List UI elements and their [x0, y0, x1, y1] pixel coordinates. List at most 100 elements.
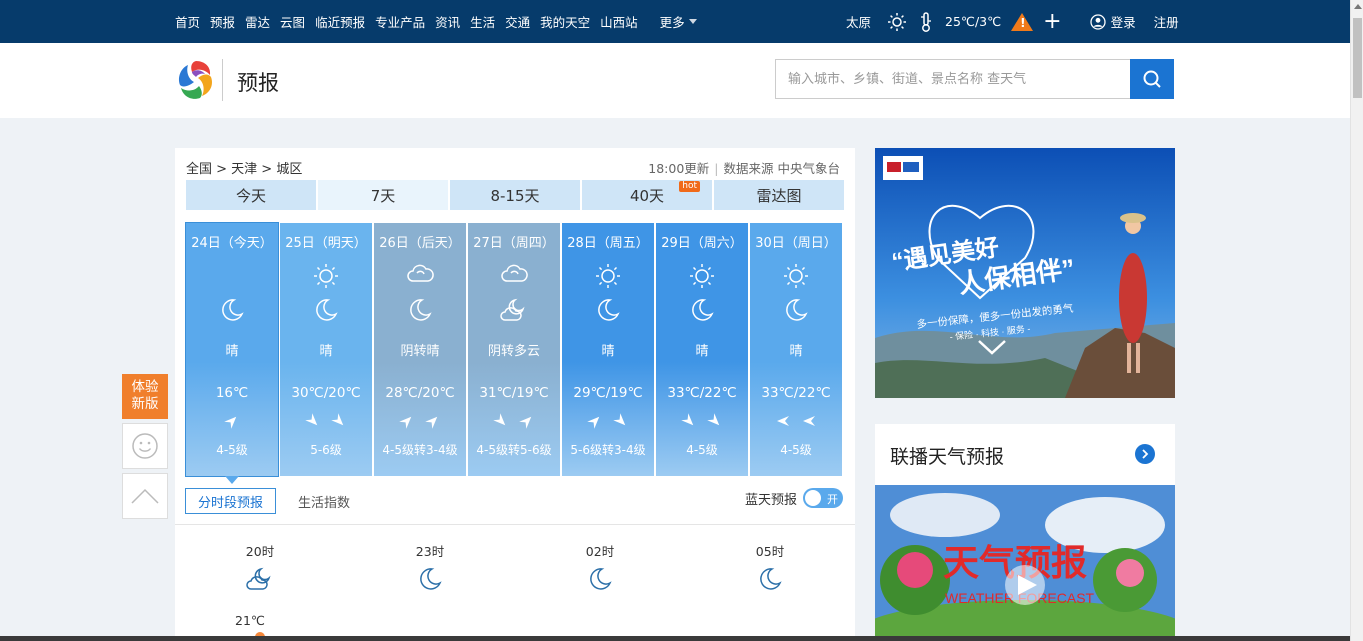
tab-7days-label: 7天 [370, 186, 396, 205]
hourly-forecast: 20时 23时 02时 05时 [175, 541, 855, 601]
day-weather-desc: 阴转晴 [400, 344, 440, 359]
try-new-version-label: 体验新版 [131, 379, 159, 412]
day-weather-desc: 晴 [601, 344, 615, 359]
subtab-life-index[interactable]: 生活指数 [286, 488, 362, 514]
wind-arrow-icon [775, 413, 791, 433]
cloud-icon [468, 262, 560, 286]
vertical-scrollbar[interactable] [1350, 0, 1363, 641]
sun-icon [562, 262, 654, 290]
nav-more-label: 更多 [659, 15, 685, 30]
day-card[interactable]: 28日（周五） 晴 29℃/19℃ 5-6级转3-4级 [562, 223, 654, 476]
nav-more-dropdown[interactable]: 更多 [660, 12, 697, 31]
sun-icon [750, 262, 842, 290]
hour-item: 20时 [230, 541, 290, 592]
broadcast-more-button[interactable] [1135, 444, 1155, 464]
sun-icon [887, 12, 907, 32]
nav-item-life[interactable]: 生活 [470, 12, 495, 31]
wind-level: 4-5级 [686, 443, 718, 457]
toggle-label: 开 [827, 493, 838, 506]
nav-item-radar[interactable]: 雷达 [245, 12, 270, 31]
site-logo[interactable] [175, 57, 217, 103]
login-label: 登录 [1110, 15, 1136, 30]
day-card[interactable]: 29日（周六） 晴 33℃/22℃ 4-5级 [656, 223, 748, 476]
nav-item-news[interactable]: 资讯 [435, 12, 460, 31]
selected-pointer [225, 476, 239, 484]
cloud-moon-icon [230, 566, 290, 592]
broadcast-title: 联播天气预报 [890, 446, 1005, 468]
feedback-button[interactable] [122, 423, 168, 469]
day-date: 26日（后天） [379, 236, 461, 251]
top-nav-bar: 首页 预报 雷达 云图 临近预报 专业产品 资讯 生活 交通 我的天空 山西站 … [0, 0, 1350, 43]
scrollbar-thumb[interactable] [1353, 18, 1362, 98]
day-weather-desc: 晴 [695, 344, 709, 359]
hour-time: 02时 [585, 544, 615, 559]
tab-8-15days-label: 8-15天 [490, 186, 540, 205]
nav-item-home[interactable]: 首页 [175, 12, 200, 31]
current-temp: 25℃/3℃ [945, 14, 1002, 29]
ad-banner[interactable]: “遇见美好 人保相伴” 多一份保障，便多一份出发的勇气 - 保险 · 科技 · … [875, 148, 1175, 398]
nav-item-traffic[interactable]: 交通 [505, 12, 530, 31]
update-info: 18:00更新 | 数据来源 中央气象台 [648, 161, 840, 176]
search-input[interactable] [776, 60, 1130, 98]
bluesky-toggle[interactable]: 开 [803, 488, 843, 508]
moon-icon [280, 297, 372, 323]
broadcast-video[interactable]: 天气预报 WEATHER FORECAST [875, 485, 1175, 641]
tab-40days[interactable]: 40天 hot [582, 180, 712, 210]
day-card[interactable]: 24日（今天） 晴 16℃ 4-5级 [185, 222, 279, 484]
wind-level: 4-5级 [780, 443, 812, 457]
user-icon [1089, 13, 1106, 30]
tab-7days[interactable]: 7天 [318, 180, 448, 210]
day-card[interactable]: 27日（周四） 阴转多云 31℃/19℃ 4-5级转5-6级 [468, 223, 560, 476]
search-button[interactable] [1130, 59, 1174, 99]
search-icon [1143, 70, 1161, 88]
scroll-up-arrow-icon[interactable] [1354, 4, 1362, 9]
tab-40days-label: 40天 [629, 186, 665, 205]
chevron-up-icon [131, 488, 159, 504]
day-date: 30日（周日） [755, 236, 837, 251]
nav-item-shanxi[interactable]: 山西站 [600, 12, 638, 31]
sun-icon [656, 262, 748, 290]
wind-arrow-icon [493, 413, 509, 433]
day-card[interactable]: 30日（周日） 晴 33℃/22℃ 4-5级 [750, 223, 842, 476]
page-header: 预报 [0, 43, 1350, 118]
tab-8-15days[interactable]: 8-15天 [450, 180, 580, 210]
wind-direction-icons [656, 413, 748, 433]
warning-icon[interactable]: ! [1011, 12, 1034, 31]
nav-item-forecast[interactable]: 预报 [210, 12, 235, 31]
sub-tabs: 分时段预报 生活指数 [185, 488, 362, 514]
tab-radar[interactable]: 雷达图 [714, 180, 844, 210]
wind-arrow-icon [331, 413, 347, 433]
wind-arrow-icon [425, 413, 441, 433]
wind-arrow-icon [707, 413, 723, 433]
wind-direction-icons [374, 413, 466, 433]
day-card[interactable]: 25日（明天） 晴 30℃/20℃ 5-6级 [280, 223, 372, 476]
day-forecast-list: 24日（今天） 晴 16℃ 4-5级 25日（明天） 晴 30℃/20℃ 5-6… [185, 222, 842, 484]
bluesky-label: 蓝天预报 [744, 492, 797, 508]
main-nav: 首页 预报 雷达 云图 临近预报 专业产品 资讯 生活 交通 我的天空 山西站 … [175, 0, 707, 43]
moon-icon [374, 297, 466, 323]
register-link[interactable]: 注册 [1154, 12, 1179, 31]
wind-direction-icons [750, 413, 842, 433]
hourly-first-temp: 21℃ [235, 613, 265, 628]
add-city-button[interactable]: + [1043, 10, 1061, 33]
try-new-version-button[interactable]: 体验新版 [122, 374, 168, 419]
day-date: 25日（明天） [285, 236, 367, 251]
day-card[interactable]: 26日（后天） 阴转晴 28℃/20℃ 4-5级转3-4级 [374, 223, 466, 476]
subtab-hourly[interactable]: 分时段预报 [185, 488, 277, 514]
tab-radar-label: 雷达图 [756, 186, 802, 205]
tab-today[interactable]: 今天 [186, 180, 316, 210]
moon-icon [750, 297, 842, 323]
moon-icon [400, 566, 460, 592]
login-link[interactable]: 登录 [1089, 12, 1136, 31]
nav-item-products[interactable]: 专业产品 [375, 12, 425, 31]
back-to-top-button[interactable] [122, 473, 168, 519]
smiley-icon [132, 433, 158, 459]
day-date: 27日（周四） [473, 236, 555, 251]
current-city[interactable]: 太原 [846, 12, 871, 31]
nav-item-my-sky[interactable]: 我的天空 [540, 12, 590, 31]
day-temp: 33℃/22℃ [761, 385, 831, 401]
nav-item-cloud[interactable]: 云图 [280, 12, 305, 31]
day-weather-desc: 晴 [225, 344, 239, 359]
nav-item-nowcast[interactable]: 临近预报 [315, 12, 365, 31]
day-date: 29日（周六） [661, 236, 743, 251]
